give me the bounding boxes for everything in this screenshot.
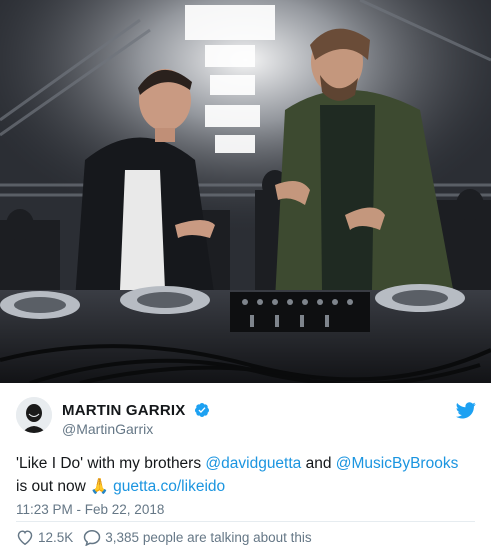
mention-davidguetta[interactable]: @davidguetta (205, 455, 301, 472)
talking-count: 3,385 people are talking about this (105, 529, 312, 545)
mention-musicbybrooks[interactable]: @MusicByBrooks (336, 455, 459, 472)
author-avatar[interactable] (16, 397, 52, 433)
reply-button[interactable]: 3,385 people are talking about this (83, 529, 312, 546)
like-count: 12.5K (38, 529, 74, 545)
tweet-text-part: and (301, 455, 336, 472)
concert-illustration (0, 0, 491, 383)
tweet-text: 'Like I Do' with my brothers @davidguett… (16, 452, 478, 498)
twitter-bird-icon[interactable] (456, 402, 476, 419)
tweet-text-part: 'Like I Do' with my brothers (16, 455, 206, 472)
author-name[interactable]: MARTIN GARRIX (62, 402, 185, 419)
verified-badge-icon (194, 403, 209, 417)
praying-hands-emoji: 🙏 (90, 478, 109, 495)
author-handle[interactable]: @MartinGarrix (62, 421, 153, 437)
like-button[interactable]: 12.5K (16, 529, 73, 545)
tweet-timestamp[interactable]: 11:23 PM - Feb 22, 2018 (16, 502, 164, 517)
speech-bubble-icon (84, 529, 101, 546)
tweet-photo[interactable] (0, 0, 491, 383)
avatar-image (16, 397, 52, 433)
tweet-actions: 12.5K 3,385 people are talking about thi… (16, 528, 322, 546)
tweet-text-part: is out now (16, 478, 91, 495)
tweet-link[interactable]: guetta.co/likeido (113, 478, 225, 495)
heart-icon (17, 530, 33, 545)
divider (16, 521, 475, 522)
